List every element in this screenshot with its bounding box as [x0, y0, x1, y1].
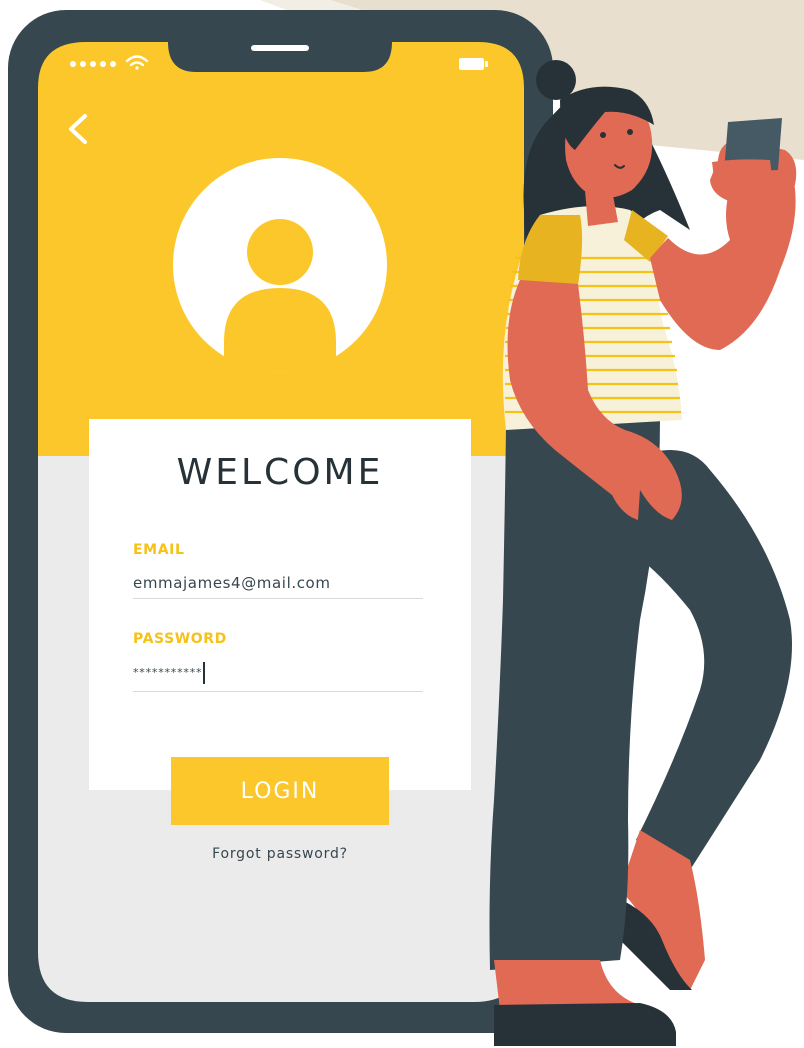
- forgot-password-link[interactable]: Forgot password?: [171, 846, 389, 862]
- shoe-front: [494, 1003, 676, 1046]
- login-illustration: WELCOME EMAIL PASSWORD *********** LOGIN…: [0, 0, 804, 1048]
- password-field[interactable]: ***********: [133, 662, 423, 692]
- email-label: EMAIL: [133, 542, 185, 558]
- password-value: ***********: [133, 666, 203, 679]
- welcome-heading: WELCOME: [176, 452, 384, 493]
- text-cursor: [203, 662, 205, 684]
- password-label: PASSWORD: [133, 631, 227, 647]
- battery-icon: [459, 58, 488, 70]
- email-field[interactable]: [133, 574, 423, 599]
- login-button[interactable]: LOGIN: [171, 757, 389, 825]
- hair-bun: [536, 60, 576, 100]
- foot-front: [494, 960, 640, 1010]
- illustration-artwork: [8, 0, 804, 1046]
- held-phone-fingers: [712, 159, 772, 178]
- user-avatar-icon: [173, 158, 387, 372]
- eye-right: [627, 129, 633, 135]
- speaker-grille: [251, 45, 309, 51]
- eye-left: [600, 132, 606, 138]
